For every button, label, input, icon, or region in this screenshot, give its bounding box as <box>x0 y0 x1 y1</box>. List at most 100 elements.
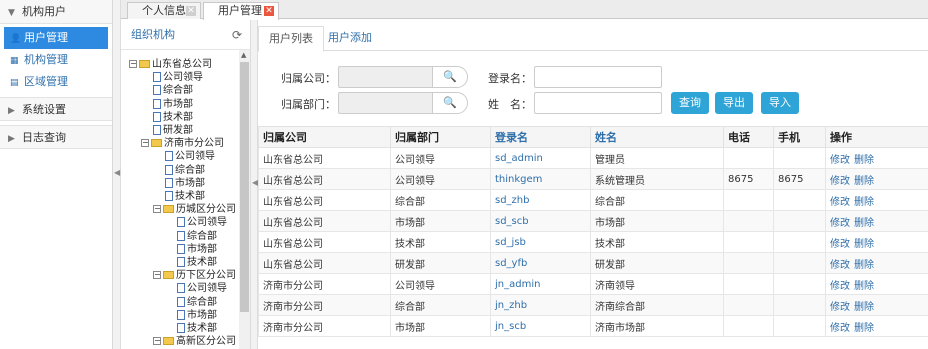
tree-folder-node[interactable]: − 历下区分公司 <box>153 269 236 282</box>
cell-login[interactable]: jn_admin <box>490 273 591 295</box>
collapse-toggle-icon[interactable]: − <box>129 60 137 68</box>
chevron-down-icon: ▼ <box>8 8 15 18</box>
scrollbar-thumb[interactable] <box>240 62 249 312</box>
cell-login[interactable]: sd_zhb <box>490 189 591 211</box>
tree-folder-node[interactable]: − 山东省总公司 <box>129 58 212 71</box>
edit-link[interactable]: 修改 <box>830 302 850 313</box>
delete-link[interactable]: 删除 <box>854 323 874 334</box>
collapse-toggle-icon[interactable]: − <box>153 271 161 280</box>
edit-link[interactable]: 修改 <box>830 281 850 292</box>
tab-user-list[interactable]: 用户列表 <box>258 26 324 52</box>
delete-link[interactable]: 删除 <box>854 218 874 229</box>
edit-link[interactable]: 修改 <box>830 155 850 166</box>
edit-link[interactable]: 修改 <box>830 218 850 229</box>
menu-item-area-management[interactable]: ▤ 区域管理 <box>0 71 112 93</box>
document-icon <box>177 257 185 267</box>
tree-leaf-node[interactable]: 综合部 <box>177 230 217 243</box>
cell-login[interactable]: sd_jsb <box>490 231 591 253</box>
tree-leaf-node[interactable]: 公司领导 <box>177 216 227 229</box>
dept-search-button[interactable]: 🔍 <box>432 92 468 114</box>
col-header-name[interactable]: 姓名 <box>590 126 724 148</box>
col-header-login[interactable]: 登录名 <box>490 126 591 148</box>
tree-leaf-node[interactable]: 市场部 <box>177 243 217 256</box>
cell-login[interactable]: sd_yfb <box>490 252 591 274</box>
menu-splitter[interactable]: ◀ <box>113 0 121 349</box>
delete-link[interactable]: 删除 <box>854 176 874 187</box>
tree-node-label: 历下区分公司 <box>176 270 236 282</box>
cell-login[interactable]: sd_scb <box>490 210 591 232</box>
grid-icon: ▦ <box>10 56 19 66</box>
cell-login[interactable]: thinkgem <box>490 168 591 190</box>
tree-leaf-node[interactable]: 市场部 <box>153 98 193 111</box>
tree-folder-node[interactable]: − 济南市分公司 <box>141 137 224 150</box>
menu-group-org-users[interactable]: ▼ 机构用户 <box>0 0 112 24</box>
delete-link[interactable]: 删除 <box>854 260 874 271</box>
close-icon[interactable]: ✕ <box>264 6 274 16</box>
search-icon: 🔍 <box>443 96 457 109</box>
query-button[interactable]: 查询 <box>671 92 709 114</box>
collapse-toggle-icon[interactable]: − <box>153 205 161 214</box>
tree-leaf-node[interactable]: 技术部 <box>165 190 205 203</box>
edit-link[interactable]: 修改 <box>830 239 850 250</box>
menu-group-log-query[interactable]: ▶ 日志查询 <box>0 125 112 149</box>
tree-scrollbar[interactable]: ▲ <box>239 50 250 349</box>
delete-link[interactable]: 删除 <box>854 302 874 313</box>
edit-link[interactable]: 修改 <box>830 197 850 208</box>
tab-user-management[interactable]: 用户管理 ✕ <box>203 2 279 20</box>
menu-item-user-management[interactable]: 👤 用户管理 <box>4 27 108 49</box>
cell-phone <box>723 147 774 169</box>
company-select[interactable] <box>338 66 434 88</box>
tree-splitter[interactable]: ◀ <box>251 20 258 349</box>
tree-leaf-node[interactable]: 技术部 <box>177 322 217 335</box>
tree-node-label: 山东省总公司 <box>152 59 212 70</box>
tree-leaf-node[interactable]: 综合部 <box>153 84 193 97</box>
tree-node-label: 综合部 <box>187 230 217 242</box>
edit-link[interactable]: 修改 <box>830 260 850 271</box>
user-icon: 👤 <box>10 34 22 44</box>
login-name-input[interactable] <box>534 66 662 88</box>
collapse-toggle-icon[interactable]: − <box>153 337 161 346</box>
collapse-left-icon[interactable]: ◀ <box>114 168 120 177</box>
refresh-icon[interactable]: ⟳ <box>232 20 242 50</box>
export-button[interactable]: 导出 <box>715 92 753 114</box>
collapse-toggle-icon[interactable]: − <box>141 139 149 148</box>
cell-login[interactable]: jn_scb <box>490 315 591 337</box>
company-search-button[interactable]: 🔍 <box>432 66 468 88</box>
tree-leaf-node[interactable]: 公司领导 <box>165 150 215 163</box>
menu-group-system-settings[interactable]: ▶ 系统设置 <box>0 97 112 121</box>
tree-leaf-node[interactable]: 技术部 <box>153 111 193 124</box>
import-button[interactable]: 导入 <box>761 92 799 114</box>
cell-login[interactable]: sd_admin <box>490 147 591 169</box>
edit-link[interactable]: 修改 <box>830 176 850 187</box>
scroll-up-icon[interactable]: ▲ <box>241 51 246 59</box>
tree-leaf-node[interactable]: 市场部 <box>165 177 205 190</box>
cell-dept: 技术部 <box>390 231 491 253</box>
name-input[interactable] <box>534 92 662 114</box>
tree-node-label: 高新区分公司 <box>176 336 236 348</box>
tree-folder-node[interactable]: − 高新区分公司 <box>153 335 236 348</box>
list-icon: ▤ <box>10 78 19 88</box>
name-label: 姓 名： <box>488 98 532 111</box>
delete-link[interactable]: 删除 <box>854 239 874 250</box>
tab-personal-info[interactable]: 个人信息 ✕ <box>127 2 201 19</box>
table-header-row: 归属公司 归属部门 登录名 姓名 电话 手机 操作 <box>258 126 928 148</box>
tree-leaf-node[interactable]: 市场部 <box>177 309 217 322</box>
cell-login[interactable]: jn_zhb <box>490 294 591 316</box>
tree-folder-node[interactable]: − 历城区分公司 <box>153 203 236 216</box>
close-icon[interactable]: ✕ <box>186 6 196 16</box>
edit-link[interactable]: 修改 <box>830 323 850 334</box>
menu-item-org-management[interactable]: ▦ 机构管理 <box>0 49 112 71</box>
tree-leaf-node[interactable]: 研发部 <box>153 124 193 137</box>
tab-user-add[interactable]: 用户添加 <box>318 26 382 52</box>
tree-leaf-node[interactable]: 综合部 <box>177 296 217 309</box>
delete-link[interactable]: 删除 <box>854 155 874 166</box>
cell-phone: 8675 <box>723 168 774 190</box>
tree-leaf-node[interactable]: 技术部 <box>177 256 217 269</box>
delete-link[interactable]: 删除 <box>854 281 874 292</box>
tree-leaf-node[interactable]: 公司领导 <box>153 71 203 84</box>
tree-leaf-node[interactable]: 公司领导 <box>177 282 227 295</box>
dept-select[interactable] <box>338 92 434 114</box>
tree-node-label: 市场部 <box>187 243 217 255</box>
tree-leaf-node[interactable]: 综合部 <box>165 164 205 177</box>
delete-link[interactable]: 删除 <box>854 197 874 208</box>
